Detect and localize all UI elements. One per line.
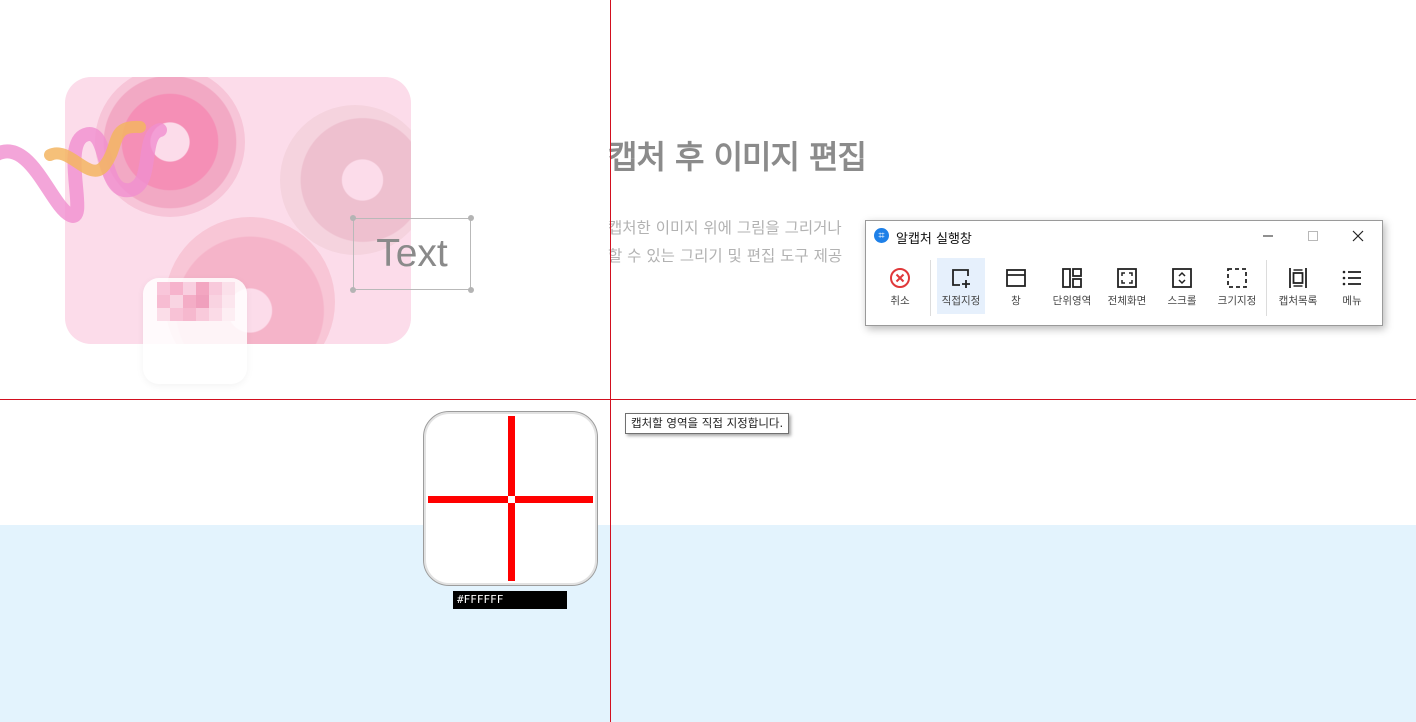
capture-toolbar-window: ⌗ 알캡처 실행창 취소 직접지정 창 단위영역 전체화면 스크롤 크기지정 캡… bbox=[865, 220, 1383, 326]
tool-label: 취소 bbox=[890, 295, 910, 307]
tool-direct-select[interactable]: 직접지정 bbox=[937, 258, 985, 314]
window-title: 알캡처 실행창 bbox=[896, 232, 972, 247]
tool-label: 창 bbox=[1011, 295, 1021, 307]
mosaic-pixel-grid bbox=[157, 282, 235, 321]
close-icon bbox=[1352, 230, 1364, 242]
toolbar-divider bbox=[1266, 260, 1267, 316]
capture-list-icon bbox=[1289, 268, 1307, 288]
color-hex-readout: #FFFFFF bbox=[453, 591, 567, 609]
capture-tool-row: 취소 직접지정 창 단위영역 전체화면 스크롤 크기지정 캡처목록 메뉴 bbox=[866, 254, 1382, 320]
tool-window[interactable]: 창 bbox=[992, 258, 1040, 314]
resize-handle bbox=[350, 287, 356, 293]
minimize-icon bbox=[1263, 235, 1273, 237]
tool-unit-area[interactable]: 단위영역 bbox=[1046, 258, 1098, 314]
direct-select-icon bbox=[952, 269, 970, 288]
tool-menu[interactable]: 메뉴 bbox=[1328, 258, 1376, 314]
resize-handle bbox=[350, 215, 356, 221]
tool-label: 크기지정 bbox=[1217, 295, 1257, 307]
page-title: 캡처 후 이미지 편집 bbox=[608, 138, 867, 176]
tool-label: 전체화면 bbox=[1107, 295, 1147, 307]
text-annotation-label: Text bbox=[376, 232, 448, 275]
direct-select-tooltip: 캡처할 영역을 직접 지정합니다. bbox=[625, 413, 790, 434]
bottom-background-band bbox=[0, 525, 1416, 722]
tool-label: 메뉴 bbox=[1342, 295, 1362, 307]
magnifier-loupe bbox=[423, 411, 598, 586]
menu-icon bbox=[1342, 270, 1361, 286]
crosshair-vertical-line bbox=[610, 0, 611, 722]
window-icon bbox=[1006, 269, 1026, 287]
fullscreen-icon bbox=[1117, 268, 1137, 288]
tool-fullscreen[interactable]: 전체화면 bbox=[1102, 258, 1152, 314]
description-line: 할 수 있는 그리기 및 편집 도구 제공 bbox=[608, 247, 843, 265]
app-logo-icon: ⌗ bbox=[874, 228, 889, 243]
magnifier-center-pixel bbox=[508, 496, 515, 503]
scroll-icon bbox=[1172, 268, 1192, 288]
cancel-icon bbox=[890, 268, 910, 288]
tool-scroll[interactable]: 스크롤 bbox=[1158, 258, 1206, 314]
tool-label: 직접지정 bbox=[941, 295, 981, 307]
tool-cancel[interactable]: 취소 bbox=[876, 258, 924, 314]
size-select-icon bbox=[1227, 268, 1247, 288]
window-titlebar[interactable]: ⌗ 알캡처 실행창 bbox=[866, 221, 1382, 251]
tool-label: 단위영역 bbox=[1052, 295, 1092, 307]
resize-handle bbox=[468, 215, 474, 221]
crosshair-horizontal-line bbox=[0, 399, 1416, 400]
minimize-button[interactable] bbox=[1246, 221, 1290, 251]
text-annotation-box: Text bbox=[350, 215, 474, 293]
mosaic-preview-card bbox=[143, 278, 247, 384]
tool-label: 캡처목록 bbox=[1278, 295, 1318, 307]
tool-label: 스크롤 bbox=[1167, 295, 1197, 307]
resize-handle bbox=[468, 287, 474, 293]
maximize-icon bbox=[1308, 231, 1318, 241]
unit-area-icon bbox=[1062, 268, 1082, 288]
description-line: 캡처한 이미지 위에 그림을 그리거나 bbox=[608, 219, 842, 237]
tool-capture-list[interactable]: 캡처목록 bbox=[1270, 258, 1326, 314]
maximize-button[interactable] bbox=[1291, 221, 1335, 251]
ribbon-decoration bbox=[0, 120, 167, 223]
toolbar-divider bbox=[930, 260, 931, 316]
close-button[interactable] bbox=[1336, 221, 1380, 251]
tool-size-select[interactable]: 크기지정 bbox=[1210, 258, 1264, 314]
